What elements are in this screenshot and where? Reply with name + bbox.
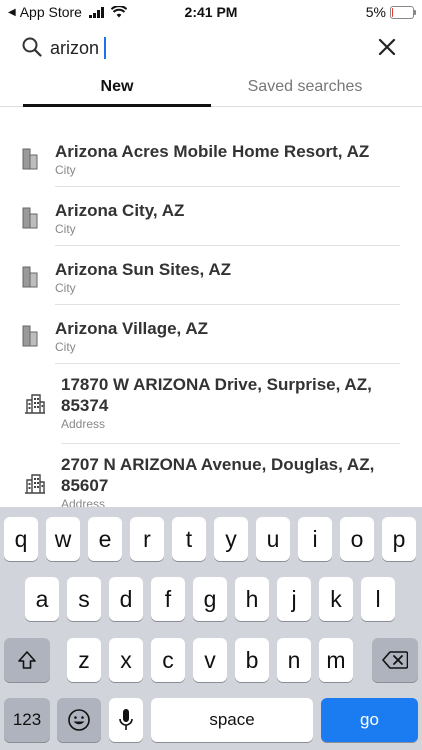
city-icon [22, 207, 38, 229]
key-c[interactable]: c [151, 638, 185, 682]
results-list: Arizona Acres Mobile Home Resort, AZ Cit… [0, 128, 422, 524]
key-y[interactable]: y [214, 517, 248, 561]
battery-percent: 5% [365, 4, 386, 20]
search-input[interactable] [50, 34, 350, 62]
key-u[interactable]: u [256, 517, 290, 561]
key-j[interactable]: j [277, 577, 311, 621]
result-type: City [55, 340, 76, 354]
result-title: Arizona Village, AZ [55, 319, 209, 338]
key-a[interactable]: a [25, 577, 59, 621]
battery-status: 5% [365, 4, 416, 20]
microphone-icon [119, 709, 133, 730]
city-icon [22, 266, 38, 288]
key-t[interactable]: t [172, 517, 206, 561]
tab-new[interactable]: New [23, 78, 211, 96]
result-title: Arizona Acres Mobile Home Resort, AZ [55, 142, 370, 161]
numbers-key[interactable]: 123 [4, 698, 50, 742]
key-r[interactable]: r [130, 517, 164, 561]
text-cursor [104, 37, 106, 59]
dictation-key[interactable] [109, 698, 143, 742]
key-l[interactable]: l [361, 577, 395, 621]
key-z[interactable]: z [67, 638, 101, 682]
key-i[interactable]: i [298, 517, 332, 561]
shift-key[interactable] [4, 638, 50, 682]
list-item[interactable]: Arizona Village, AZ City [0, 305, 422, 364]
key-f[interactable]: f [151, 577, 185, 621]
search-tabs: New Saved searches [0, 72, 422, 107]
key-p[interactable]: p [382, 517, 416, 561]
active-tab-indicator [23, 104, 211, 107]
key-w[interactable]: w [46, 517, 80, 561]
space-key[interactable]: space [151, 698, 313, 742]
key-s[interactable]: s [67, 577, 101, 621]
result-type: City [55, 281, 76, 295]
key-m[interactable]: m [319, 638, 353, 682]
status-bar: ◀ App Store 2:41 PM 5% [0, 0, 422, 24]
key-v[interactable]: v [193, 638, 227, 682]
result-title: Arizona Sun Sites, AZ [55, 260, 232, 279]
building-icon [25, 394, 45, 414]
result-title: 2707 N ARIZONA Avenue, Douglas, AZ, 8560… [61, 455, 375, 495]
status-time: 2:41 PM [184, 4, 238, 20]
search-icon [22, 37, 42, 57]
key-q[interactable]: q [4, 517, 38, 561]
key-e[interactable]: e [88, 517, 122, 561]
close-icon[interactable] [378, 38, 396, 56]
key-b[interactable]: b [235, 638, 269, 682]
key-n[interactable]: n [277, 638, 311, 682]
result-title: 17870 W ARIZONA Drive, Surprise, AZ, 853… [61, 375, 372, 415]
result-type: Address [61, 417, 106, 431]
backspace-icon [382, 651, 408, 669]
list-item[interactable]: Arizona Sun Sites, AZ City [0, 246, 422, 305]
emoji-key[interactable] [57, 698, 101, 742]
result-title: Arizona City, AZ [55, 201, 185, 220]
city-icon [22, 325, 38, 347]
tab-saved-searches[interactable]: Saved searches [211, 78, 399, 96]
shift-icon [18, 651, 36, 669]
key-d[interactable]: d [109, 577, 143, 621]
result-type: City [55, 222, 76, 236]
emoji-icon [68, 709, 90, 731]
battery-icon [390, 5, 416, 19]
key-o[interactable]: o [340, 517, 374, 561]
search-bar [0, 28, 422, 68]
list-item[interactable]: Arizona City, AZ City [0, 187, 422, 246]
delete-key[interactable] [372, 638, 418, 682]
list-item[interactable]: Arizona Acres Mobile Home Resort, AZ Cit… [0, 128, 422, 187]
battery-level [392, 7, 393, 17]
key-k[interactable]: k [319, 577, 353, 621]
key-x[interactable]: x [109, 638, 143, 682]
key-h[interactable]: h [235, 577, 269, 621]
building-icon [25, 474, 45, 494]
key-g[interactable]: g [193, 577, 227, 621]
city-icon [22, 148, 38, 170]
go-key[interactable]: go [321, 698, 418, 742]
list-item[interactable]: 17870 W ARIZONA Drive, Surprise, AZ, 853… [0, 364, 422, 444]
keyboard: q w e r t y u i o p a s d f g h j k l z … [0, 507, 422, 750]
result-type: City [55, 163, 76, 177]
